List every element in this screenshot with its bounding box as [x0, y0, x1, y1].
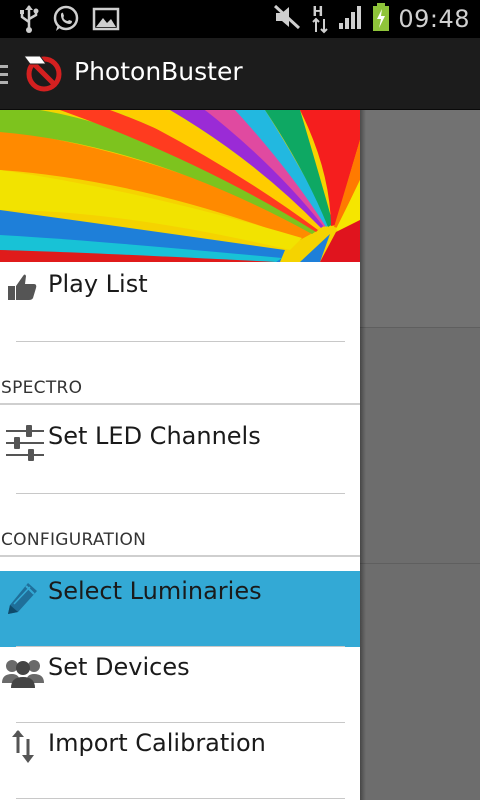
section-divider — [0, 555, 360, 557]
drawer-item-label: Set Devices — [48, 653, 190, 681]
battery-charging-icon — [372, 2, 390, 36]
drawer-item-label: Select Luminaries — [48, 577, 262, 605]
drawer-item-play-list[interactable]: Play List — [0, 264, 360, 340]
drawer-item-import-calibration[interactable]: Import Calibration — [0, 723, 360, 799]
section-header-label: SPECTRO — [1, 378, 83, 398]
drawer-item-label: Set LED Channels — [48, 422, 261, 450]
group-icon — [2, 657, 44, 693]
app-logo-icon[interactable] — [22, 52, 66, 96]
content-scrim[interactable] — [360, 110, 480, 800]
item-divider — [16, 341, 345, 342]
content-block — [360, 110, 480, 327]
usb-icon — [18, 4, 40, 38]
gallery-icon — [92, 6, 120, 36]
signal-icon — [338, 4, 364, 34]
drawer-item-set-led-channels[interactable]: Set LED Channels — [0, 416, 360, 492]
drawer-toggle-icon[interactable] — [0, 65, 8, 89]
item-divider — [16, 493, 345, 494]
import-arrows-icon — [10, 727, 38, 771]
item-divider — [16, 798, 345, 799]
drawer-item-set-devices[interactable]: Set Devices — [0, 647, 360, 723]
hspa-data-icon: H — [310, 4, 330, 34]
content-divider — [360, 327, 480, 328]
section-header-spectro: SPECTRO — [0, 378, 360, 406]
clock: 09:48 — [398, 5, 470, 33]
pencil-icon — [6, 579, 40, 619]
sliders-icon — [6, 424, 44, 468]
section-header-label: CONFIGURATION — [1, 530, 147, 550]
drawer-header-image — [0, 110, 360, 262]
section-header-configuration: CONFIGURATION — [0, 530, 360, 558]
status-bar: H 09:48 — [0, 0, 480, 38]
drawer-item-label: Play List — [48, 270, 148, 298]
navigation-drawer: Play List SPECTRO Set LED Channels CONFI… — [0, 110, 360, 800]
drawer-item-select-luminaries[interactable]: Select Luminaries — [0, 571, 360, 647]
content-divider — [360, 563, 480, 564]
section-divider — [0, 403, 360, 405]
thumbs-up-icon — [6, 272, 38, 306]
app-title: PhotonBuster — [74, 57, 243, 86]
drawer-shadow — [360, 110, 366, 800]
drawer-item-label: Import Calibration — [48, 729, 266, 757]
whatsapp-icon — [52, 5, 80, 37]
mute-icon — [272, 3, 302, 35]
action-bar: PhotonBuster — [0, 38, 480, 110]
